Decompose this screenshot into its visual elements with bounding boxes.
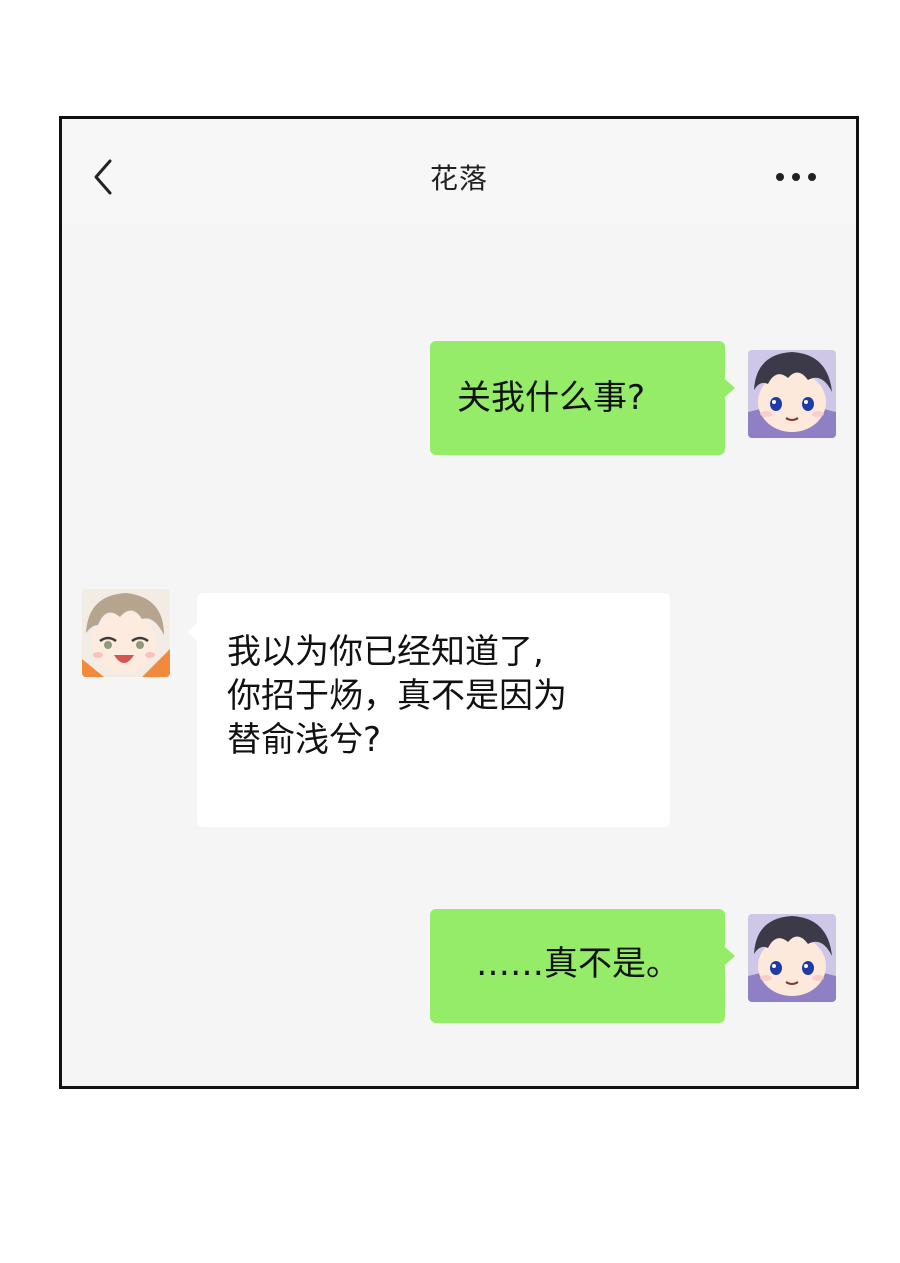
- avatar-me[interactable]: [748, 350, 836, 438]
- message-bubble-incoming[interactable]: 我以为你已经知道了, 你招于炀，真不是因为 替俞浅兮?: [187, 593, 670, 827]
- boy-avatar-icon: [748, 350, 836, 438]
- message-bubble-outgoing[interactable]: 关我什么事?: [430, 341, 735, 455]
- bubble-tail: [187, 623, 197, 641]
- avatar-me[interactable]: [748, 914, 836, 1002]
- bubble-tail: [725, 379, 735, 397]
- girl-avatar-icon: [82, 589, 170, 677]
- message-text-line: 我以为你已经知道了,: [227, 632, 544, 672]
- more-button[interactable]: [774, 169, 818, 185]
- boy-avatar-icon: [748, 914, 836, 1002]
- chat-title: 花落: [429, 162, 488, 195]
- message-bubble-outgoing[interactable]: ……真不是。: [430, 909, 735, 1023]
- message-text-line: 替俞浅兮?: [227, 720, 382, 760]
- avatar-other[interactable]: [82, 589, 170, 677]
- message-text: 关我什么事?: [457, 378, 646, 418]
- chat-header: 花落: [62, 119, 856, 225]
- more-dots-icon: [776, 173, 816, 181]
- bubble-tail: [725, 947, 735, 965]
- message-text: ……真不是。: [476, 944, 680, 984]
- message-text-line: 你招于炀，真不是因为: [227, 676, 567, 716]
- chat-window: 花落 关我什么事? 我以为你已经知道了, 你招于炀，真不是因为 替俞浅兮? ………: [59, 116, 859, 1089]
